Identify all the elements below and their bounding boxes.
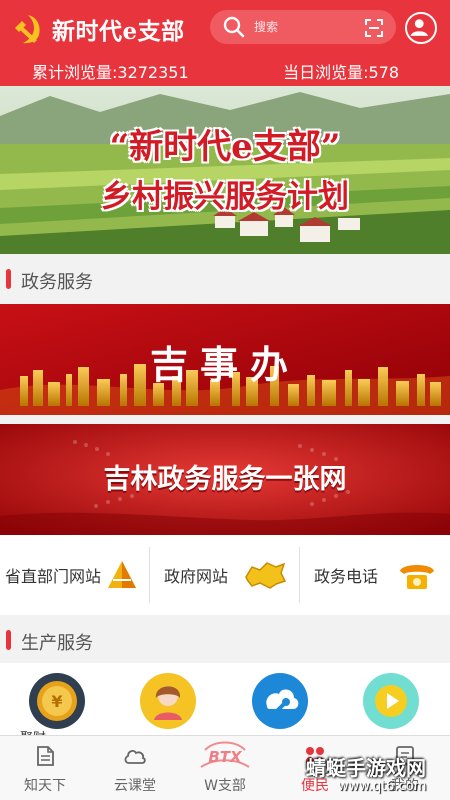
cloud-tools-icon (266, 689, 299, 714)
svg-text:BTX: BTX (208, 748, 243, 766)
link-label: 政务电话 (314, 567, 379, 586)
link-label: 省直部门网站 (5, 567, 102, 586)
visit-stats: 累计浏览量:3272351 当日浏览量:578 (0, 56, 450, 82)
search-icon (223, 16, 245, 38)
person-icon (154, 686, 182, 720)
hero-banner[interactable]: “新时代e支部” 乡村振兴服务计划 (0, 86, 450, 254)
total-visits: 累计浏览量:3272351 (32, 63, 189, 82)
video-service-button[interactable] (363, 673, 419, 729)
watermark-title: 蜻蜓手游戏网 (306, 756, 426, 780)
app-root: 新时代e支部 累计浏览量:3272351 当日浏览量:578 (0, 0, 450, 800)
government-phone-link[interactable]: 政务电话 (314, 553, 438, 597)
brand: 新时代e支部 (10, 12, 185, 46)
document-icon (37, 746, 54, 766)
production-services-row: ¥ 聚财 (0, 663, 450, 735)
svg-text:¥: ¥ (51, 692, 62, 711)
nav-yunketang[interactable]: 云课堂 (90, 736, 180, 800)
nav-label: 云课堂 (114, 778, 156, 794)
government-section-header: 政务服务 (0, 254, 450, 304)
pyramid-icon (108, 561, 137, 588)
coin-icon: ¥ (37, 681, 77, 721)
government-website-link[interactable]: 政府网站 (164, 553, 288, 597)
coin-service-button[interactable]: ¥ (29, 673, 85, 729)
link-label: 政府网站 (164, 567, 229, 586)
link-divider (299, 547, 300, 603)
watermark-url: www.qt6.com (338, 779, 427, 794)
search-bar[interactable] (210, 10, 396, 44)
link-divider (149, 547, 150, 603)
brand-title: 新时代e支部 (52, 18, 185, 45)
scan-icon[interactable] (364, 18, 384, 38)
user-avatar-icon[interactable] (405, 12, 437, 44)
production-section-title: 生产服务 (21, 633, 93, 654)
jishiban-title: 吉事办 (149, 342, 300, 387)
today-visits: 当日浏览量:578 (283, 63, 399, 82)
cloud-tools-service-button[interactable] (252, 673, 308, 729)
production-section-header: 生产服务 (0, 615, 450, 663)
search-input[interactable] (254, 20, 350, 34)
landscape-image (0, 86, 450, 254)
jilin-government-title: 吉林政务服务一张网 (103, 464, 347, 495)
jilin-map-icon (245, 562, 287, 589)
cloud-icon (124, 749, 146, 764)
banner-title-line2: 乡村振兴服务计划 (101, 179, 349, 215)
top-header: 新时代e支部 累计浏览量:3272351 当日浏览量:578 (0, 0, 450, 86)
nav-label: W支部 (204, 778, 246, 794)
jilin-government-banner[interactable]: 吉林政务服务一张网 (0, 424, 450, 535)
section-accent-bar (6, 630, 11, 650)
btx-logo-icon: BTX (200, 741, 250, 768)
banner-title-line1: “新时代e支部” (109, 127, 341, 167)
nav-wzhibu[interactable]: BTX W支部 (180, 736, 270, 800)
production-label: 聚财 (20, 727, 46, 735)
section-accent-bar (6, 269, 11, 289)
telephone-icon (400, 565, 435, 589)
provincial-department-website-link[interactable]: 省直部门网站 (5, 553, 139, 597)
nav-label: 知天下 (24, 778, 66, 794)
person-service-button[interactable] (140, 673, 196, 729)
nav-zhitianxia[interactable]: 知天下 (0, 736, 90, 800)
government-section-title: 政务服务 (21, 272, 93, 293)
jishiban-banner[interactable]: 吉事办 (0, 304, 450, 415)
party-emblem-icon (15, 15, 40, 44)
government-links-row: 省直部门网站 政府网站 政务电话 (0, 535, 450, 615)
play-icon (375, 685, 407, 717)
